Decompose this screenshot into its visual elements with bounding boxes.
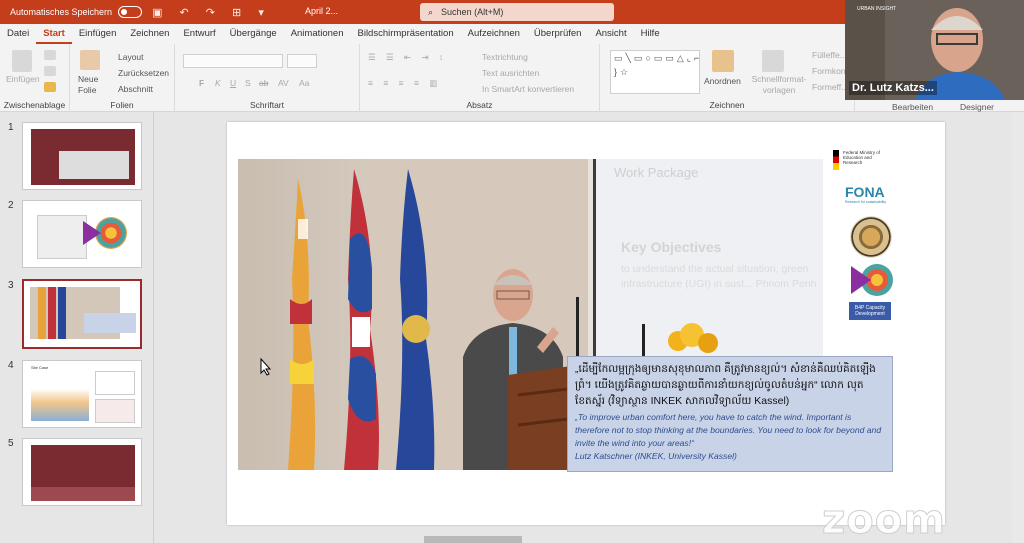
smartart-button[interactable]: In SmartArt konvertieren [482,84,574,94]
group-drawing: ▭╲▭○▭▭△⌞⌐⇨⇩◇▱▶╲╲⌒{ }☆ Anordnen Schnellfo… [600,44,855,112]
shape-effects-button[interactable]: Formeff... [812,82,848,92]
quick-styles-icon [762,50,784,72]
arrange-icon [712,50,734,72]
tab-hilfe[interactable]: Hilfe [634,24,667,44]
background-objective-text: to understand the actual situation, gree… [621,263,817,290]
section-button[interactable]: Abschnitt [118,84,153,94]
thumbnail-title: Site Case [31,365,49,370]
vertical-scrollbar[interactable] [1012,112,1024,543]
slide-thumbnail-1[interactable] [22,122,142,190]
reset-button[interactable]: Zurücksetzen [118,68,169,78]
fona-logo-subtitle: Research for sustainability [845,200,887,204]
slide-thumbnail-3[interactable] [22,279,142,349]
quick-styles-button[interactable]: Schnellformat-vorlagen [748,74,810,96]
search-label: Suchen (Alt+M) [441,7,504,17]
tab-start[interactable]: Start [36,24,72,44]
bmbf-logo-text: Federal Ministry of Education and Resear… [843,150,881,165]
font-size-dropdown[interactable] [287,54,317,68]
text-direction-button[interactable]: Textrichtung [482,52,528,62]
slide-number: 5 [8,438,14,449]
underline-button[interactable]: U [230,78,236,88]
strikethrough-button[interactable]: ab [259,78,268,88]
group-label-paragraph: Absatz [466,100,493,110]
group-slides: Neue Folie Layout Zurücksetzen Abschnitt… [70,44,175,112]
italic-button[interactable]: K [215,78,221,88]
new-slide-button[interactable]: Neue Folie [78,74,108,96]
autosave-label: Automatisches Speichern [10,7,113,17]
font-name-dropdown[interactable] [183,54,283,68]
status-bar-indicator [424,536,522,543]
mouse-cursor-icon [260,358,272,376]
tab-zeichnen[interactable]: Zeichnen [123,24,176,44]
webcam-feed[interactable]: URBAN INSIGHT Dr. Lutz Katzs... [845,0,1024,100]
group-label-drawing: Zeichnen [709,100,745,110]
tab-ansicht[interactable]: Ansicht [588,24,633,44]
slide-number: 3 [8,280,14,291]
shadow-button[interactable]: S [245,78,251,88]
spacing-button[interactable]: AV [278,78,289,88]
slide-thumbnail-2[interactable] [22,200,142,268]
align-text-button[interactable]: Text ausrichten [482,68,539,78]
search-icon: ⌕ [428,6,434,17]
autosave-toggle[interactable] [118,6,143,18]
quote-khmer: „ដើម្បីកែលម្អក្រុងឲ្យមានសុខុមាលភាព គឺត្រ… [575,363,876,407]
flag-phnom-penh-icon [396,169,435,470]
background-title: Work Package [614,165,699,180]
new-slide-icon [80,50,100,70]
quote-english: „To improve urban comfort here, you have… [575,412,882,448]
group-label-designer: Designer [960,102,995,112]
tab-ueberpruefen[interactable]: Überprüfen [527,24,589,44]
quote-box[interactable]: „ដើម្បីកែលម្អក្រុងឲ្យមានសុខុមាលភាព គឺត្រ… [567,356,893,472]
list-buttons[interactable]: ☰ ☰ ⇤ ⇥ ↕ [368,52,447,63]
slide-thumbnail-4[interactable]: Site Case [22,360,142,428]
tab-entwurf[interactable]: Entwurf [176,24,222,44]
group-label-font: Schriftart [249,100,284,110]
slide-number: 4 [8,360,14,371]
copy-icon[interactable] [44,66,56,76]
participant-name: Dr. Lutz Katzs... [849,81,937,95]
tab-aufzeichnen[interactable]: Aufzeichnen [461,24,527,44]
align-buttons[interactable]: ≡ ≡ ≡ ≡ ▥ [368,78,441,89]
tab-datei[interactable]: Datei [0,24,36,44]
group-label-editing: Bearbeiten [892,102,934,112]
zoom-watermark: zoom [822,497,946,543]
tab-animationen[interactable]: Animationen [284,24,351,44]
case-button[interactable]: Aa [299,78,309,88]
format-painter-icon[interactable] [44,82,56,92]
university-seal-icon [850,216,892,258]
group-label-clipboard: Zwischenablage [3,100,66,110]
shapes-gallery[interactable]: ▭╲▭○▭▭△⌞⌐⇨⇩◇▱▶╲╲⌒{ }☆ [610,50,700,94]
search-box[interactable]: ⌕ Suchen (Alt+M) [420,3,614,21]
b4p-logo-icon [851,264,893,296]
tab-bildschirmpraesentation[interactable]: Bildschirmpräsentation [351,24,461,44]
paste-icon [12,50,32,72]
group-clipboard: Einfügen Zwischenablage [0,44,70,112]
fona-logo-text: FONA [845,184,885,200]
shape-fill-button[interactable]: Fülleffe... [812,50,847,60]
background-key-objectives: Key Objectives [621,239,722,255]
group-font: F K U S ab AV Aa Schriftart [175,44,360,112]
paste-button[interactable]: Einfügen [6,74,40,84]
tab-uebergaenge[interactable]: Übergänge [223,24,284,44]
slide-thumbnail-5[interactable] [22,438,142,506]
quick-access-toolbar[interactable]: ▣ ↶ ↷ ⊞ ▾ [152,6,271,19]
german-flag-icon [833,150,839,170]
bold-button[interactable]: F [199,78,204,88]
cut-icon[interactable] [44,50,56,60]
arrange-button[interactable]: Anordnen [704,76,741,86]
tab-einfuegen[interactable]: Einfügen [72,24,124,44]
layout-button[interactable]: Layout [118,52,144,62]
fona-logo: FONA Research for sustainability [845,184,886,204]
quote-author: Lutz Katschner (INKEK, University Kassel… [575,451,737,461]
document-title[interactable]: April 2... [305,6,338,16]
flowers-icon [668,323,718,353]
slide-number: 2 [8,200,14,211]
slide-number: 1 [8,122,14,133]
group-paragraph: ☰ ☰ ⇤ ⇥ ↕ ≡ ≡ ≡ ≡ ▥ Textrichtung Text au… [360,44,600,112]
group-label-slides: Folien [110,100,134,110]
b4p-logo-text: B4P Capacity Development [849,302,891,320]
webcam-ui-title: URBAN INSIGHT [857,6,897,12]
slide-thumbnail-pane: 1 2 3 4 Site Case 5 [0,112,154,543]
